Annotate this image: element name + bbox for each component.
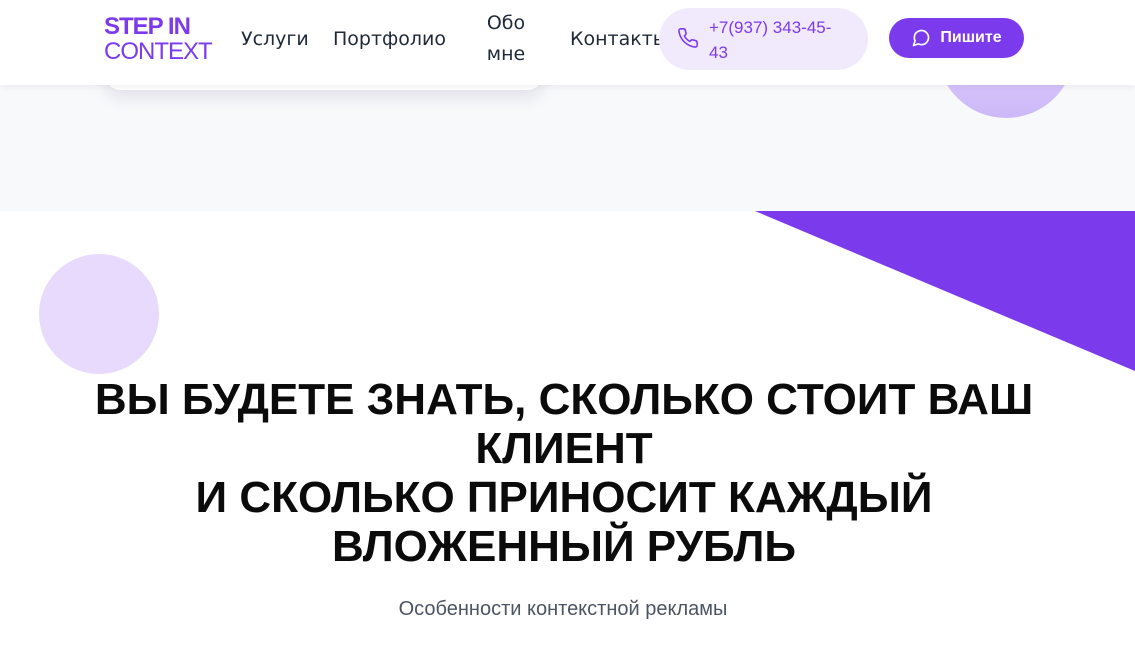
- hero-subtitle: Особенности контекстной рекламы: [398, 598, 728, 620]
- decorative-circle-left: [39, 254, 159, 374]
- logo-line-1: STEP IN: [104, 13, 191, 40]
- nav-link-portfolio[interactable]: Портфолио: [333, 24, 446, 54]
- phone-button[interactable]: +7(937) 343-45-43: [659, 8, 868, 70]
- site-header: STEP IN CONTEXT Услуги Портфолио Обо мне…: [0, 0, 1135, 85]
- hero-title-line-1: ВЫ БУДЕТЕ ЗНАТЬ, СКОЛЬКО СТОИТ ВАШ КЛИЕН…: [94, 375, 1034, 473]
- hero-title-line-2: И СКОЛЬКО ПРИНОСИТ КАЖДЫЙ ВЛОЖЕННЫЙ РУБЛ…: [195, 473, 933, 571]
- chat-bubble-icon: [913, 29, 930, 47]
- phone-icon: [678, 28, 698, 48]
- phone-number: +7(937) 343-45-43: [709, 18, 832, 62]
- nav-link-services[interactable]: Услуги: [241, 24, 309, 54]
- decorative-triangle: [755, 211, 1135, 371]
- write-button-label: Пишите: [940, 29, 1002, 46]
- logo[interactable]: STEP IN CONTEXT: [104, 13, 213, 65]
- nav-link-about[interactable]: Обо мне: [486, 8, 526, 70]
- nav-link-contacts[interactable]: Контакты: [570, 24, 668, 54]
- logo-line-2: CONTEXT: [104, 38, 213, 65]
- write-button[interactable]: Пишите: [889, 18, 1024, 58]
- hero-title: ВЫ БУДЕТЕ ЗНАТЬ, СКОЛЬКО СТОИТ ВАШ КЛИЕН…: [60, 375, 1068, 571]
- page: STEP IN CONTEXT Услуги Портфолио Обо мне…: [0, 0, 1135, 665]
